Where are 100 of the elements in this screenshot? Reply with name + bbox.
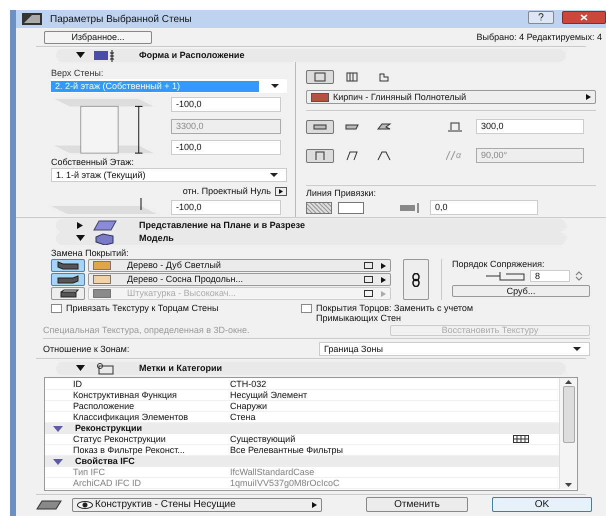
material-dropdown[interactable]: Кирпич - Глиняный Полнотелый — [306, 90, 596, 104]
property-group-header[interactable]: Реконструкции — [45, 423, 559, 434]
link-button[interactable] — [403, 259, 429, 300]
section-header[interactable]: Метки и Категории — [56, 362, 566, 375]
surface-material-dropdown[interactable]: Дерево - Сосна Продольн... — [88, 273, 391, 286]
scroll-thumb[interactable] — [562, 386, 574, 443]
zone-dropdown[interactable]: Граница Зоны — [319, 342, 590, 356]
spinner-field[interactable]: 8 — [530, 270, 570, 282]
number-field[interactable]: 0,0 — [430, 200, 538, 215]
property-group-header[interactable]: Свойства IFC — [45, 456, 559, 467]
window-title: Параметры Выбранной Стены — [50, 14, 192, 24]
cancel-button[interactable]: Отменить — [366, 497, 468, 512]
field-label: Верх Стены: — [51, 68, 104, 79]
thickness-icon — [446, 120, 464, 132]
property-row[interactable]: Расположение Снаружи — [45, 401, 559, 412]
group-title: Реконструкции — [75, 423, 142, 434]
dropdown-value: 2. 2-й этаж (Собственный + 1) — [51, 80, 259, 92]
material-name: Штукатурка - Высококач... — [127, 288, 237, 299]
surface-material-dropdown[interactable]: Дерево - Дуб Светлый — [88, 259, 391, 272]
wall-type-toggle[interactable] — [306, 148, 334, 162]
field-label: отн. Проектный Нуль — [182, 186, 271, 197]
wall-type-toggle[interactable] — [306, 120, 334, 134]
wall-shape-icon — [376, 150, 392, 162]
layer-dropdown[interactable]: Конструктив - Стены Несущие — [72, 498, 322, 512]
spinner-arrows-icon[interactable] — [574, 270, 584, 282]
wall-shape-icon — [312, 71, 328, 83]
number-field[interactable]: -100,0 — [171, 97, 281, 112]
property-value: IfcWallStandardCase — [230, 467, 316, 477]
expand-arrow-icon — [53, 426, 63, 432]
field-label: Порядок Сопряжения: — [452, 259, 546, 270]
property-value: Несущий Элемент — [230, 390, 308, 400]
material-name: Кирпич - Глиняный Полнотелый — [333, 92, 468, 102]
selection-info: Выбрано: 4 Редактируемых: 4 — [476, 32, 602, 43]
arrow-right-icon — [586, 94, 591, 100]
expand-arrow-icon[interactable] — [76, 365, 85, 372]
section-title: Модель — [139, 233, 174, 244]
surface-toggle[interactable] — [51, 273, 85, 286]
wall-shape-icon — [344, 150, 360, 162]
property-row[interactable]: Конструктивная Функция Несущий Элемент — [45, 390, 559, 401]
property-value: Снаружи — [230, 401, 268, 411]
wall-type-toggle[interactable] — [306, 70, 334, 84]
arrow-right-icon — [381, 276, 386, 282]
section-header[interactable]: Форма и Расположение — [56, 49, 566, 62]
wall-face-icon — [57, 275, 79, 284]
material-name: Дерево - Дуб Светлый — [127, 260, 222, 271]
dropdown-value: Граница Зоны — [323, 344, 384, 354]
play-icon[interactable] — [275, 187, 287, 196]
dropdown[interactable]: 1. 1-й этаж (Текущий) — [51, 168, 287, 182]
section-title: Представление на Плане и в Разрезе — [139, 220, 305, 231]
section-header[interactable]: Представление на Плане и в Разрезе — [56, 219, 566, 232]
field-label: Собственный Этаж: — [51, 157, 135, 168]
arrow-right-icon — [381, 262, 386, 268]
reference-line-button[interactable] — [306, 202, 332, 214]
flip-button[interactable] — [338, 202, 364, 214]
property-name: Расположение — [72, 401, 136, 411]
texture-note: Специальная Текстура, определенная в 3D-окне. — [43, 325, 250, 336]
number-field[interactable]: -100,0 — [171, 200, 281, 214]
property-name: Тип IFC — [72, 467, 106, 477]
caret-icon — [270, 173, 278, 177]
property-name: Статус Реконструкции — [72, 434, 167, 444]
property-value: Все Релевантные Фильтры — [230, 445, 344, 455]
number-field[interactable]: -100,0 — [171, 140, 281, 155]
checkbox[interactable] — [51, 304, 62, 313]
property-row[interactable]: Статус Реконструкции Существующий — [45, 434, 559, 445]
property-value: Стена — [230, 412, 257, 422]
angle-symbol: α — [456, 150, 462, 161]
favorites-button[interactable]: Избранное... — [44, 31, 152, 44]
checkbox[interactable] — [301, 304, 312, 313]
scroll-down-icon[interactable] — [565, 483, 572, 487]
group-title: Свойства IFC — [75, 456, 135, 467]
section-header[interactable]: Модель — [56, 232, 566, 245]
close-button[interactable] — [562, 10, 606, 24]
close-icon — [580, 14, 588, 20]
expand-arrow-icon — [53, 458, 63, 464]
surface-toggle[interactable] — [51, 259, 85, 272]
property-value: СТН-032 — [230, 379, 268, 389]
property-name: Классификация Элементов — [72, 412, 190, 422]
wall-shape-icon — [376, 120, 392, 132]
eye-icon — [77, 500, 93, 508]
checkbox-label: Привязать Текстуру к Торцам Стены — [66, 303, 220, 313]
help-button[interactable] — [528, 10, 554, 24]
property-name: ID — [72, 379, 83, 389]
section-title: Метки и Категории — [139, 363, 222, 374]
scroll-up-icon[interactable] — [565, 380, 572, 384]
slant-angle-icon — [446, 151, 456, 160]
layer-name: Конструктив - Стены Несущие — [95, 499, 237, 510]
junction-icon — [486, 271, 526, 281]
ok-button[interactable]: OK — [492, 497, 592, 512]
log-button[interactable]: Сруб... — [452, 285, 590, 297]
property-name: ArchiCAD IFC ID — [72, 478, 142, 488]
number-field[interactable]: 300,0 — [476, 119, 584, 134]
wall-shape-icon — [344, 71, 360, 83]
dropdown-value: 1. 1-й этаж (Текущий) — [55, 170, 146, 180]
property-name: Конструктивная Функция — [72, 390, 178, 400]
scrollbar[interactable] — [559, 378, 577, 489]
chain-icon — [412, 272, 420, 286]
arrow-right-icon — [312, 502, 317, 508]
property-row[interactable]: ID СТН-032 — [45, 379, 559, 390]
status-pattern-icon — [513, 435, 529, 443]
expand-arrow-icon[interactable] — [76, 52, 85, 59]
